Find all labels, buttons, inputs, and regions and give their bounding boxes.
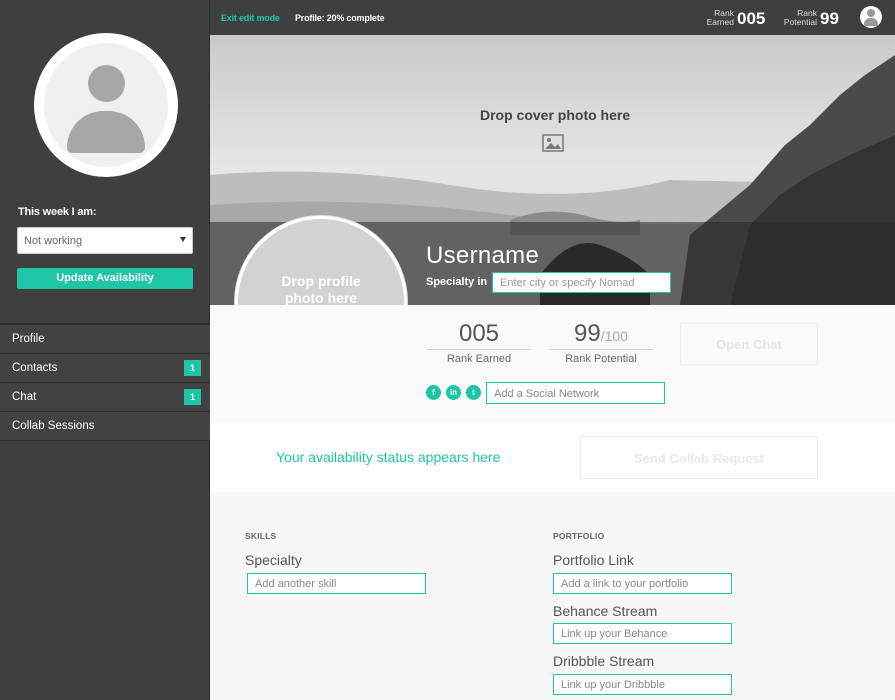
rank-potential-value: 99 xyxy=(820,9,839,28)
facebook-icon[interactable]: f xyxy=(426,385,441,400)
skills-heading: SKILLS xyxy=(245,531,277,541)
behance-input[interactable]: Link up your Behance xyxy=(553,623,732,644)
rank-earned-caption: Rank Earned xyxy=(446,353,512,365)
availability-select[interactable]: Not working xyxy=(17,227,193,254)
portfolio-link-label: Portfolio Link xyxy=(553,552,634,568)
rank-potential-caption: Rank Potential xyxy=(565,353,637,365)
rank-potential-number: 99/100 xyxy=(574,320,628,347)
social-network-input[interactable]: Add a Social Network xyxy=(486,382,665,404)
sidebar-item-chat[interactable]: Chat 1 xyxy=(0,383,210,412)
rank-stats-section: 005 Rank Earned 99/100 Rank Potential Op… xyxy=(210,305,895,422)
availability-status-text: Your availability status appears here xyxy=(276,449,501,465)
rank-earned-value: 005 xyxy=(737,9,766,28)
top-bar: Exit edit mode Profile: 20% complete Ran… xyxy=(210,0,895,35)
avatar[interactable] xyxy=(34,33,178,177)
specialty-field-label: Specialty xyxy=(245,552,302,568)
divider xyxy=(549,349,653,350)
update-availability-button[interactable]: Update Availability xyxy=(17,268,193,289)
rank-earned-number: 005 xyxy=(458,320,500,347)
sidebar-item-label: Profile xyxy=(12,333,45,345)
sidebar-item-label: Contacts xyxy=(12,362,58,374)
profile-completion-text: Profile: 20% complete xyxy=(295,13,385,23)
dribbble-label: Dribbble Stream xyxy=(553,653,655,669)
contacts-count-badge: 1 xyxy=(184,360,201,376)
week-label: This week I am: xyxy=(18,206,97,218)
behance-label: Behance Stream xyxy=(553,603,658,619)
specialty-label: Specialty in xyxy=(426,276,488,288)
twitter-icon[interactable]: t xyxy=(466,385,481,400)
sidebar-item-contacts[interactable]: Contacts 1 xyxy=(0,354,210,383)
sidebar-item-profile[interactable]: Profile xyxy=(0,325,210,354)
skills-portfolio-section: SKILLS Specialty Add another skill PORTF… xyxy=(210,492,895,700)
chat-count-badge: 1 xyxy=(184,389,201,405)
image-icon xyxy=(542,134,564,152)
divider xyxy=(427,349,531,350)
caret-down-icon xyxy=(180,237,186,242)
user-avatar-icon[interactable] xyxy=(860,6,882,28)
portfolio-link-input[interactable]: Add a link to your portfolio xyxy=(553,573,732,594)
add-skill-input[interactable]: Add another skill xyxy=(247,573,426,594)
avatar-placeholder-icon xyxy=(44,43,168,167)
specialty-input[interactable]: Enter city or specify Nomad xyxy=(492,272,671,293)
open-chat-button[interactable]: Open Chat xyxy=(680,323,818,365)
rank-earned-label: Rank Earned xyxy=(706,8,734,27)
sidebar-item-label: Collab Sessions xyxy=(12,420,95,432)
dribbble-input[interactable]: Link up your Dribbble xyxy=(553,674,732,695)
linkedin-icon[interactable]: in xyxy=(446,385,461,400)
sidebar-item-collab-sessions[interactable]: Collab Sessions xyxy=(0,412,210,441)
sidebar-nav: Profile Contacts 1 Chat 1 Collab Session… xyxy=(0,323,210,441)
send-collab-request-button[interactable]: Send Collab Request xyxy=(580,436,818,479)
availability-section: Your availability status appears here Se… xyxy=(210,422,895,492)
drop-profile-text: Drop profile photo here xyxy=(281,273,361,306)
availability-selected-value: Not working xyxy=(24,235,83,247)
exit-edit-mode-link[interactable]: Exit edit mode xyxy=(221,13,280,23)
rank-potential-label: Rank Potential xyxy=(783,8,817,27)
portfolio-heading: PORTFOLIO xyxy=(553,531,605,541)
sidebar-item-label: Chat xyxy=(12,391,37,403)
username-heading: Username xyxy=(426,242,540,269)
sidebar: This week I am: Not working Update Avail… xyxy=(0,0,210,700)
drop-cover-text: Drop cover photo here xyxy=(480,107,631,123)
